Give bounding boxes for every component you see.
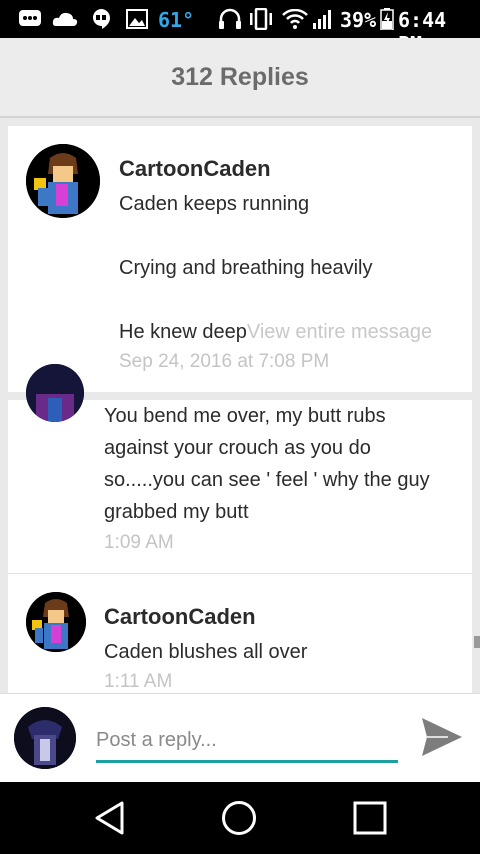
back-button[interactable] — [85, 796, 135, 840]
cloud-icon — [52, 8, 78, 30]
send-icon — [422, 718, 462, 756]
temperature-text: 61° — [158, 8, 195, 32]
scrollbar[interactable] — [474, 636, 480, 648]
timestamp: 1:11 AM — [104, 671, 173, 692]
signal-icon — [312, 8, 334, 30]
avatar[interactable] — [26, 144, 100, 218]
reply-card[interactable]: You bend me over, my butt rubs against y… — [8, 364, 472, 580]
vibrate-icon — [248, 8, 274, 30]
username[interactable]: CartoonCaden — [119, 156, 271, 182]
replies-feed[interactable]: CartoonCaden Caden keeps running Crying … — [0, 118, 480, 693]
battery-icon — [380, 8, 394, 30]
back-icon — [95, 801, 124, 835]
message-line: so.....you can see ' feel ' why the guy — [104, 469, 430, 491]
page-title: 312 Replies — [171, 62, 309, 91]
message-line: He knew deepView entire message — [119, 316, 432, 348]
avatar[interactable] — [26, 592, 86, 652]
status-bar: 61° 39% 6:44 PM — [0, 0, 480, 56]
reply-card[interactable]: CartoonCaden Caden keeps running Crying … — [8, 126, 472, 392]
my-avatar[interactable] — [14, 707, 76, 769]
username[interactable]: CartoonCaden — [104, 604, 256, 630]
message-text: He knew deep — [119, 321, 247, 343]
battery-text: 39% — [340, 8, 377, 32]
image-icon — [126, 8, 148, 30]
message-line: Caden keeps running — [119, 193, 310, 215]
message-line: Crying and breathing heavily — [119, 257, 373, 279]
app-header: 312 Replies — [0, 38, 480, 118]
view-entire-message-link[interactable]: View entire message — [247, 321, 432, 343]
message-line: against your crouch as you do — [104, 437, 371, 459]
headphones-icon — [218, 8, 242, 30]
send-button[interactable] — [418, 714, 466, 760]
reply-input[interactable] — [96, 720, 398, 763]
hangouts-icon — [90, 8, 112, 30]
home-icon — [222, 801, 256, 835]
message-line: grabbed my butt — [104, 501, 249, 523]
reply-card[interactable]: CartoonCaden Caden blushes all over 1:11… — [8, 573, 472, 693]
timestamp: 1:09 AM — [104, 532, 174, 553]
reply-bar — [0, 693, 480, 782]
wifi-icon — [282, 8, 308, 30]
message-line: Caden blushes all over — [104, 641, 308, 663]
navigation-bar — [0, 782, 480, 854]
recents-icon — [353, 801, 387, 835]
timestamp: Sep 24, 2016 at 7:08 PM — [119, 351, 330, 372]
messages-icon — [18, 8, 42, 30]
home-button[interactable] — [214, 796, 264, 840]
recents-button[interactable] — [345, 796, 395, 840]
message-line: You bend me over, my butt rubs — [104, 405, 386, 427]
avatar[interactable] — [26, 364, 84, 422]
